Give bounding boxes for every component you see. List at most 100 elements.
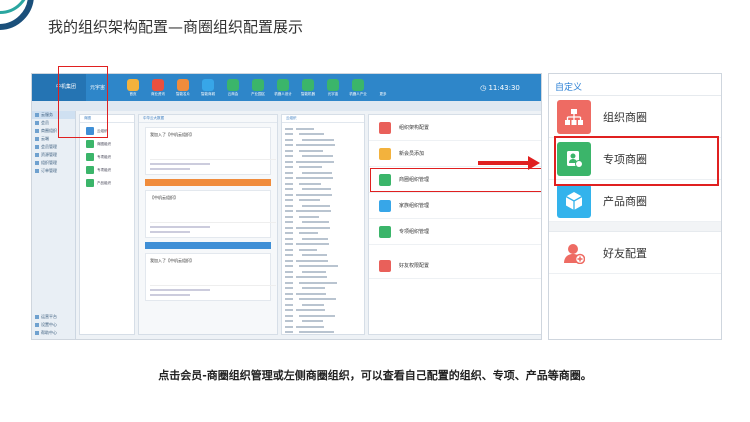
menu-item[interactable]: 好友权限配置› <box>369 253 541 279</box>
circle-icon <box>86 140 94 148</box>
zoom-item-friend[interactable]: 好友配置 <box>549 232 721 274</box>
sidebar-item-label: 帮助中心 <box>41 330 57 335</box>
pane-feed: 中华云大数据 我加入了【中机云组织】 【中机云组织】 我加入了【中机云组织】 <box>138 114 278 335</box>
circle-icon <box>86 153 94 161</box>
app-icon <box>177 78 189 91</box>
slide-caption: 点击会员-商圈组织管理或左侧商圈组织，可以查看自己配置的组织、专项、产品等商圈。 <box>158 369 592 382</box>
corner-decoration <box>0 0 44 40</box>
sidebar-item-label: 资源管理 <box>41 152 57 157</box>
app-icon <box>127 78 139 91</box>
app-launch-button[interactable]: 智能机器 <box>297 78 319 97</box>
pane-feed-header: 中华云大数据 <box>139 115 277 123</box>
sidebar: 云服务 会员 商圈组织 云端 会员管理 资源管理 组织管理 订单管理 运营平台 设置中心 帮助中心 <box>32 111 76 339</box>
app-icon <box>277 78 289 91</box>
menu-item[interactable]: 家族组织管理› <box>369 193 541 219</box>
app-topbar: 中机集团 元宇宙 首页 商业资讯 智能名片 智能商城 云商会 产业园区 机器人设计 智能机器元… <box>32 74 541 101</box>
sidebar-bottom-item[interactable]: 运营平台 <box>32 313 57 321</box>
circle-item[interactable]: 产品组织 <box>80 178 134 188</box>
org-tree[interactable] <box>282 123 364 338</box>
app-icon <box>252 78 264 91</box>
tree-row[interactable] <box>285 330 361 336</box>
app-label: 云商会 <box>227 91 239 96</box>
app-icon <box>152 78 164 91</box>
menu-item[interactable]: 组织架构配置› <box>369 115 541 141</box>
circle-icon <box>86 166 94 174</box>
app-launch-button[interactable]: 首页 <box>122 78 144 97</box>
zoom-item[interactable]: 产品商圈 <box>549 180 721 222</box>
app-label: 更多 <box>379 91 387 96</box>
app-launch-button[interactable]: 智能名片 <box>172 78 194 97</box>
feed-card[interactable]: 我加入了【中机云组织】 <box>145 253 276 301</box>
menu-icon <box>35 137 39 141</box>
menu-icon <box>35 153 39 157</box>
menu-icon <box>35 331 39 335</box>
circle-item-label: 产品组织 <box>97 180 111 185</box>
app-label: 智能名片 <box>176 91 190 96</box>
clock: ◷ 11:43:30 <box>480 83 520 92</box>
app-label: 机器人设计 <box>274 91 292 96</box>
app-label: 机器人产业 <box>349 91 367 96</box>
sidebar-item[interactable]: 资源管理 <box>32 151 75 159</box>
app-icon <box>227 78 239 91</box>
sidebar-item-label: 云服务 <box>41 112 53 117</box>
feed-card[interactable]: 【中机云组织】 <box>145 190 276 238</box>
callout-arrow <box>478 156 540 170</box>
app-launch-button[interactable]: 产业园区 <box>247 78 269 97</box>
circle-item[interactable]: 商圈组织 <box>80 139 134 149</box>
sidebar-bottom: 运营平台设置中心帮助中心 <box>32 313 57 337</box>
highlight-box-zoom <box>554 136 719 186</box>
sidebar-item-label: 运营平台 <box>41 314 57 319</box>
feed-card[interactable]: 我加入了【中机云组织】 <box>145 127 276 175</box>
menu-item[interactable]: 商圈组织管理› <box>369 167 541 193</box>
sidebar-item[interactable]: 订单管理 <box>32 167 75 175</box>
menu-icon <box>379 147 391 160</box>
app-label: 产业园区 <box>251 91 265 96</box>
zoom-item-label: 好友配置 <box>603 246 647 260</box>
sidebar-item-label: 会员 <box>41 120 49 125</box>
app-launch-button[interactable]: 更多 <box>372 78 394 97</box>
menu-icon <box>35 129 39 133</box>
menu-icon <box>35 169 39 173</box>
zoom-header: 自定义 <box>549 74 721 96</box>
sidebar-item[interactable]: 会员管理 <box>32 143 75 151</box>
app-launch-button[interactable]: 机器人设计 <box>272 78 294 97</box>
app-label: 智能商城 <box>201 91 215 96</box>
menu-item-label: 组织架构配置 <box>399 125 430 131</box>
feed-divider <box>145 179 271 186</box>
clock-text: 11:43:30 <box>488 83 520 92</box>
sidebar-bottom-item[interactable]: 帮助中心 <box>32 329 57 337</box>
add-user-icon <box>557 236 591 270</box>
sidebar-item-label: 组织管理 <box>41 160 57 165</box>
sidebar-item-label: 订单管理 <box>41 168 57 173</box>
app-launch-button[interactable]: 智能商城 <box>197 78 219 97</box>
pane-tree-header: 云组织 <box>282 115 364 123</box>
sidebar-item-label: 会员管理 <box>41 144 57 149</box>
menu-icon <box>35 315 39 319</box>
app-launch-button[interactable]: 机器人产业 <box>347 78 369 97</box>
pane-circles: 商圈 云组织 商圈组织 专项组织 专项组织 产品组织 <box>79 114 135 335</box>
sidebar-item[interactable]: 组织管理 <box>32 159 75 167</box>
sidebar-item-label: 商圈组织 <box>41 128 57 133</box>
app-launcher: 首页 商业资讯 智能名片 智能商城 云商会 产业园区 机器人设计 智能机器 元宇宙 机器人产业 更多 <box>122 78 394 97</box>
circle-item[interactable]: 专项组织 <box>80 165 134 175</box>
org-chart-icon <box>557 99 591 134</box>
app-launch-button[interactable]: 元宇宙 <box>322 78 344 97</box>
app-label: 首页 <box>129 91 137 96</box>
menu-item-label: 好友权限配置 <box>399 263 430 269</box>
circle-item-label: 专项组织 <box>97 154 111 159</box>
menu-icon <box>379 225 391 238</box>
sidebar-item-label: 设置中心 <box>41 322 57 327</box>
sidebar-bottom-item[interactable]: 设置中心 <box>32 321 57 329</box>
zoom-item[interactable]: 组织商圈 <box>549 96 721 138</box>
app-launch-button[interactable]: 云商会 <box>222 78 244 97</box>
app-icon <box>377 78 389 91</box>
menu-item[interactable]: 专项组织管理› <box>369 219 541 245</box>
cube-icon <box>557 183 591 218</box>
highlight-box-left <box>58 66 108 138</box>
app-launch-button[interactable]: 商业资讯 <box>147 78 169 97</box>
app-icon <box>352 78 364 91</box>
menu-icon <box>379 173 391 186</box>
zoom-item-label: 产品商圈 <box>603 194 647 208</box>
slide-title: 我的组织架构配置—商圈组织配置展示 <box>48 18 304 36</box>
circle-item[interactable]: 专项组织 <box>80 152 134 162</box>
